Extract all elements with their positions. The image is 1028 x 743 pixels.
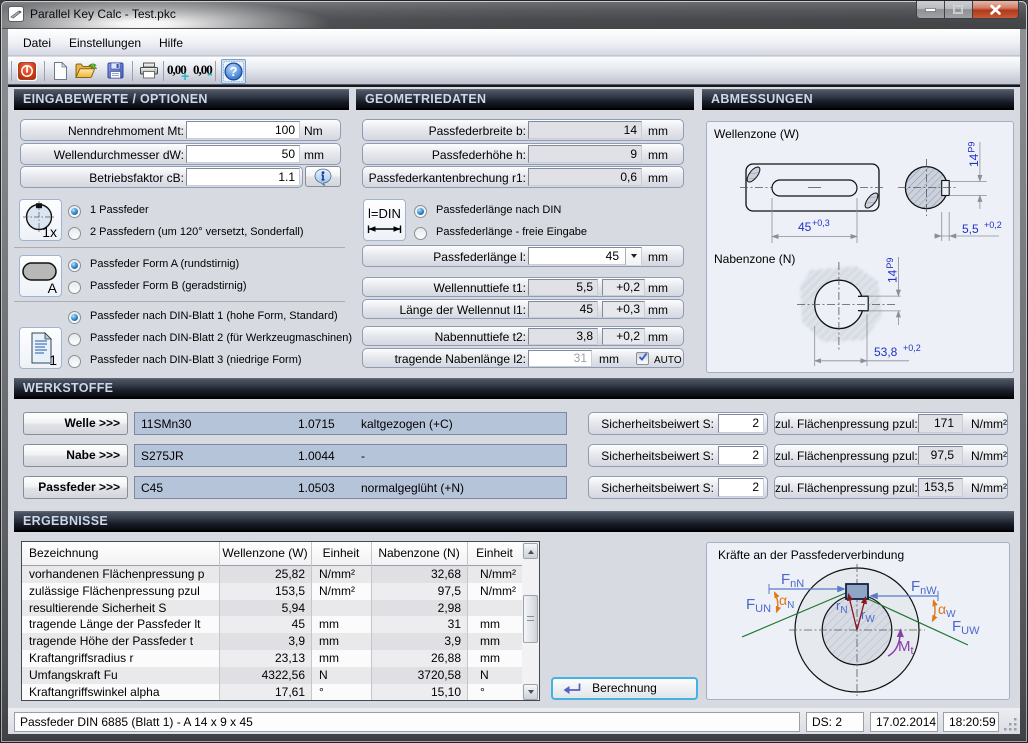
svg-text:+0,3: +0,3 [812, 218, 830, 228]
svg-text:53,8: 53,8 [874, 345, 898, 359]
svg-text:+0,2: +0,2 [903, 343, 921, 353]
svg-text:FnN: FnN [781, 571, 804, 590]
svg-text:αN: αN [779, 592, 794, 611]
svg-text:FnW: FnW [911, 578, 937, 597]
svg-text:FUN: FUN [746, 596, 771, 615]
svg-text:14P9: 14P9 [885, 258, 900, 283]
svg-text:14P9: 14P9 [967, 142, 982, 167]
svg-text:FUW: FUW [952, 618, 980, 637]
svg-text:5,5: 5,5 [962, 222, 979, 236]
svg-text:αW: αW [938, 601, 956, 620]
svg-text:+0,2: +0,2 [984, 220, 1002, 230]
svg-text:?: ? [229, 64, 237, 79]
svg-text:45: 45 [798, 220, 812, 234]
svg-text:l=DIN: l=DIN [368, 206, 401, 221]
